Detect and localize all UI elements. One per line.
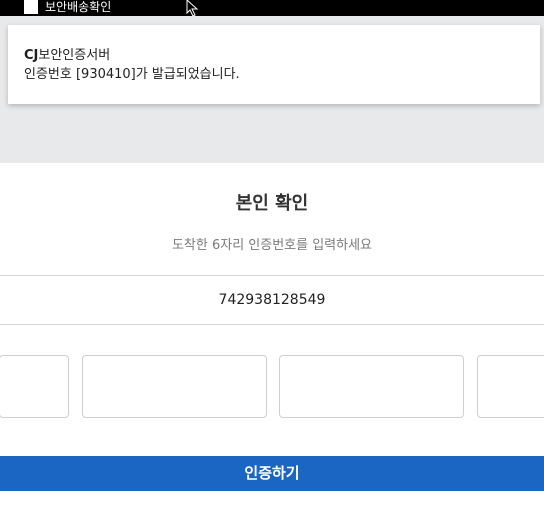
- mouse-pointer-icon: [186, 0, 199, 16]
- tracking-number-display: 742938128549: [0, 275, 544, 325]
- code-input-box-3[interactable]: [279, 355, 464, 418]
- page-title: 본인 확인: [235, 193, 309, 214]
- notification-sender-name: 보안인증서버: [38, 48, 111, 63]
- notification-card[interactable]: CJ보안인증서버 인증번호 [930410]가 발급되었습니다.: [8, 25, 540, 104]
- code-input-box-2[interactable]: [82, 355, 267, 418]
- app-square-icon: [24, 0, 38, 14]
- status-bar: 보안배송확인: [0, 0, 544, 16]
- notification-message: 인증번호 [930410]가 발급되었습니다.: [24, 67, 240, 82]
- code-input-box-4[interactable]: [477, 355, 544, 418]
- notification-sender: CJ보안인증서버: [24, 46, 524, 66]
- verify-submit-button[interactable]: 인증하기: [0, 456, 544, 491]
- code-input-box-1[interactable]: [0, 355, 69, 418]
- notification-sender-brand: CJ: [24, 48, 39, 63]
- page-subtitle: 도착한 6자리 인증번호를 입력하세요: [171, 238, 373, 253]
- status-app-name: 보안배송확인: [45, 0, 112, 14]
- verification-sheet: 본인 확인 도착한 6자리 인증번호를 입력하세요 742938128549 인…: [0, 163, 544, 508]
